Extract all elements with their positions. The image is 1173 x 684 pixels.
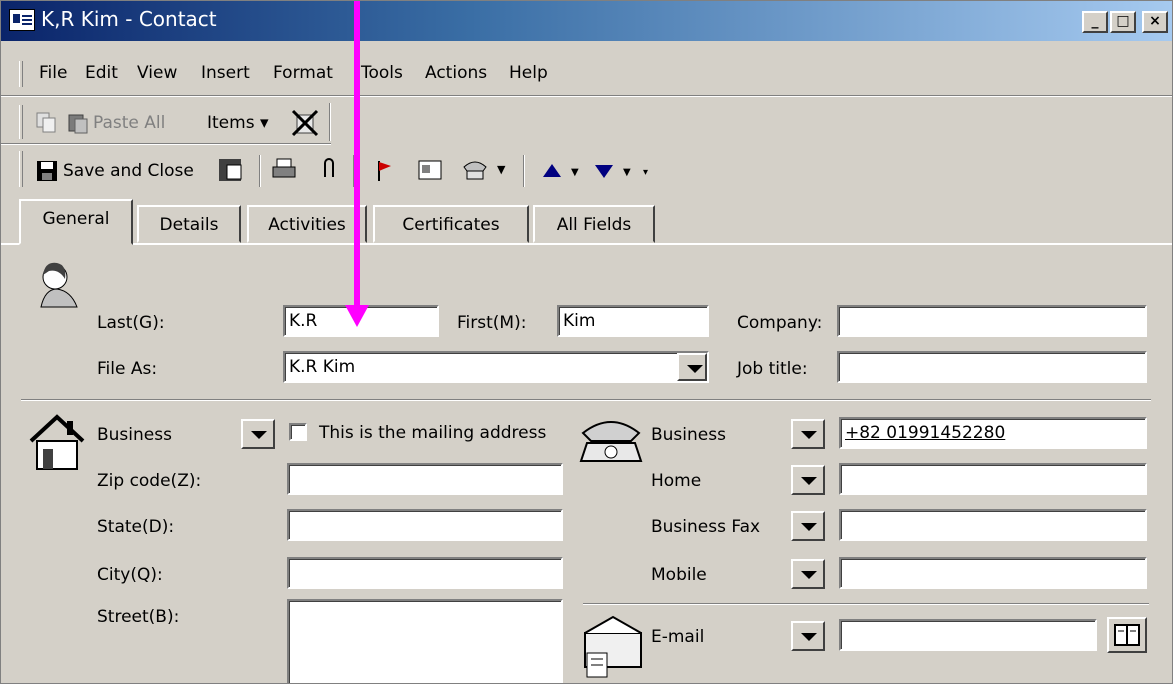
tab-general[interactable]: General [19, 199, 133, 245]
phone-business-label: Business [651, 425, 726, 445]
address-book-icon [1114, 624, 1140, 646]
tab-activities[interactable]: Activities [247, 205, 367, 243]
company-label: Company: [737, 313, 823, 333]
separator [523, 155, 525, 187]
phone-home-dropdown[interactable] [791, 465, 825, 495]
phone-home-input[interactable] [839, 463, 1147, 495]
close-button[interactable]: × [1142, 11, 1168, 33]
telephone-icon [579, 421, 643, 462]
phone-business-input[interactable]: +82 01991452280 [839, 417, 1147, 449]
tab-details[interactable]: Details [137, 205, 241, 243]
toolbar-grip[interactable] [19, 151, 23, 187]
tab-all-fields[interactable]: All Fields [533, 205, 655, 243]
phone-mobile-label: Mobile [651, 565, 707, 585]
company-input[interactable] [837, 305, 1147, 337]
dial-phone-icon[interactable] [461, 157, 491, 185]
state-input[interactable] [287, 509, 563, 541]
flag-icon[interactable] [375, 159, 395, 183]
email-type-dropdown[interactable] [791, 621, 825, 651]
annotation-arrow-shaft [354, 1, 360, 311]
state-label: State(D): [97, 517, 175, 537]
address-card-icon[interactable] [417, 157, 445, 185]
city-label: City(Q): [97, 565, 163, 585]
address-type-label: Business [97, 425, 172, 445]
house-icon [29, 414, 85, 470]
divider [1, 95, 1172, 96]
save-and-close-button[interactable]: Save and Close [63, 161, 194, 181]
first-name-input[interactable]: Kim [557, 305, 709, 337]
menu-file[interactable]: File [39, 63, 67, 83]
paste-all-button[interactable]: Paste All [93, 113, 165, 133]
job-title-input[interactable] [837, 351, 1147, 383]
street-textarea[interactable] [287, 599, 563, 683]
email-input[interactable] [839, 619, 1097, 651]
attach-icon[interactable] [319, 157, 339, 183]
file-as-combo[interactable]: K.R Kim [283, 351, 709, 383]
tab-strip: General Details Activities Certificates … [1, 199, 1172, 245]
next-dropdown-arrow[interactable]: ▼ [623, 167, 631, 178]
previous-item-icon[interactable] [541, 161, 563, 181]
email-envelope-icon [584, 615, 642, 678]
menu-help[interactable]: Help [509, 63, 548, 83]
title-bar[interactable]: K,R Kim - Contact _ □ × [1, 1, 1172, 41]
menu-bar: File Edit View Insert Format Tools Actio… [1, 53, 1172, 91]
file-as-label: File As: [97, 359, 158, 379]
phone-fax-input[interactable] [839, 509, 1147, 541]
contact-window: K,R Kim - Contact _ □ × File Edit View I… [0, 0, 1173, 684]
toolbar-options-arrow[interactable]: ▾ [643, 167, 648, 178]
menu-format[interactable]: Format [273, 63, 333, 83]
separator [329, 103, 331, 141]
address-book-button[interactable] [1107, 617, 1147, 653]
tab-certificates[interactable]: Certificates [373, 205, 529, 243]
menu-edit[interactable]: Edit [85, 63, 118, 83]
email-label: E-mail [651, 627, 705, 647]
window-title: K,R Kim - Contact [41, 7, 217, 31]
phone-fax-label: Business Fax [651, 517, 761, 537]
save-icon[interactable] [35, 159, 59, 183]
items-button[interactable]: Items ▾ [207, 113, 269, 133]
last-name-label: Last(G): [97, 313, 165, 333]
address-type-dropdown[interactable] [241, 419, 275, 449]
job-title-label: Job title: [737, 359, 808, 379]
next-item-icon[interactable] [593, 161, 615, 181]
phone-mobile-input[interactable] [839, 557, 1147, 589]
annotation-arrow-head [345, 305, 369, 327]
mailing-address-checkbox[interactable] [289, 423, 307, 441]
toolbar-grip[interactable] [19, 105, 23, 139]
copy-icon[interactable] [35, 111, 59, 135]
phone-home-label: Home [651, 471, 702, 491]
file-as-dropdown-button[interactable] [677, 353, 707, 381]
phone-mobile-dropdown[interactable] [791, 559, 825, 589]
person-icon [40, 262, 78, 308]
menu-actions[interactable]: Actions [425, 63, 487, 83]
paste-all-icon[interactable] [67, 111, 91, 135]
print-icon[interactable] [271, 157, 299, 183]
separator [259, 155, 261, 187]
mailing-address-label: This is the mailing address [319, 423, 547, 443]
minimize-button[interactable]: _ [1082, 11, 1108, 33]
delete-icon[interactable] [291, 109, 319, 137]
dial-dropdown-arrow[interactable]: ▼ [497, 163, 505, 176]
street-label: Street(B): [97, 607, 180, 627]
menu-grip[interactable] [19, 61, 23, 87]
menu-insert[interactable]: Insert [201, 63, 250, 83]
zip-code-label: Zip code(Z): [97, 471, 202, 491]
contact-card-icon [9, 9, 35, 31]
divider [1, 143, 331, 144]
maximize-button[interactable]: □ [1110, 11, 1136, 33]
previous-dropdown-arrow[interactable]: ▼ [571, 167, 579, 178]
section-divider [583, 603, 1149, 605]
zip-code-input[interactable] [287, 463, 563, 495]
tab-panel-border [1, 243, 1172, 245]
menu-view[interactable]: View [137, 63, 177, 83]
city-input[interactable] [287, 557, 563, 589]
phone-fax-dropdown[interactable] [791, 511, 825, 541]
save-as-icon[interactable] [217, 157, 245, 185]
phone-business-dropdown[interactable] [791, 419, 825, 449]
section-divider [21, 399, 1151, 401]
menu-tools[interactable]: Tools [361, 63, 403, 83]
first-name-label: First(M): [457, 313, 527, 333]
